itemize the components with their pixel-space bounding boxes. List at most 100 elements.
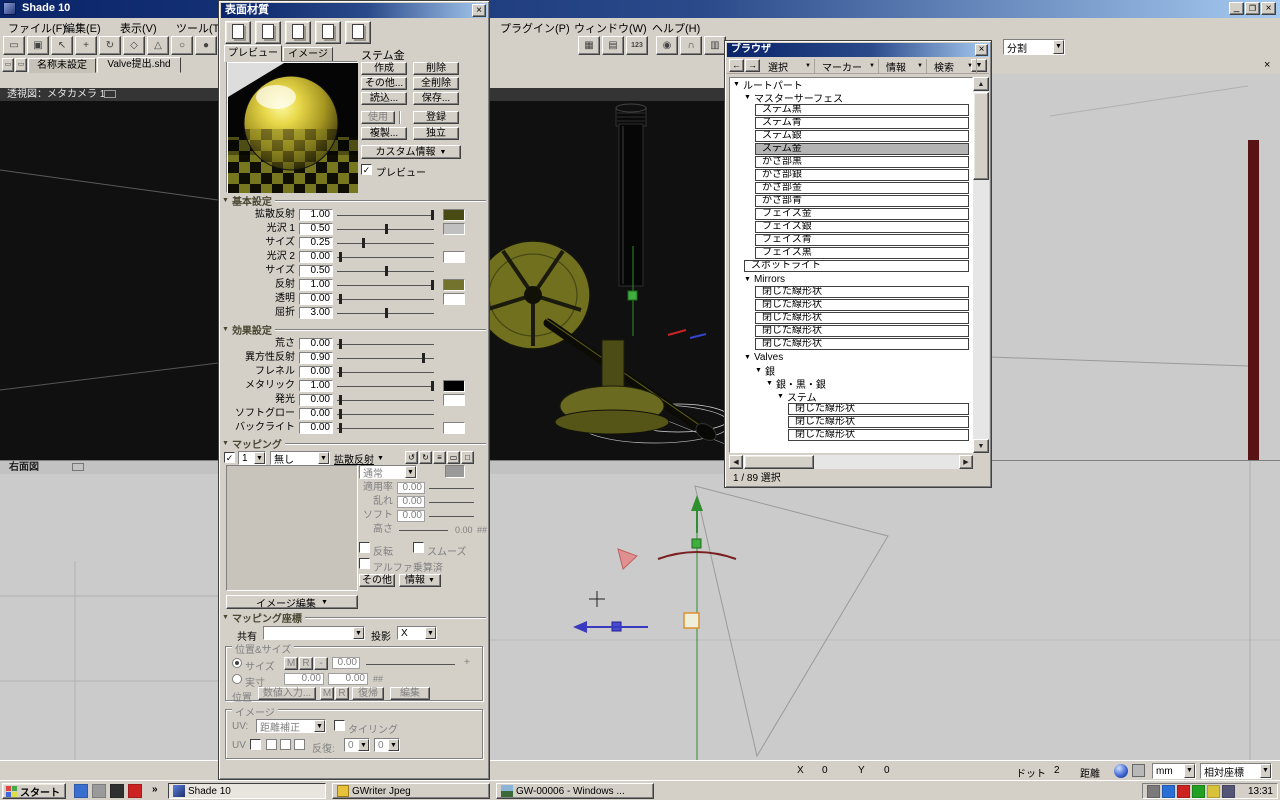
- quicklaunch-icon-2[interactable]: [110, 784, 124, 798]
- tool-button-4[interactable]: ↻: [99, 36, 121, 55]
- slider-thumb[interactable]: [339, 252, 342, 262]
- expand-arrow-icon[interactable]: ▼: [733, 81, 740, 88]
- browser-menu-3[interactable]: 検索▼: [931, 59, 977, 73]
- basic-value-6[interactable]: 0.00: [299, 293, 333, 305]
- map-slider-2[interactable]: [429, 510, 477, 522]
- material-preview[interactable]: [226, 61, 358, 193]
- quicklaunch-icon-0[interactable]: [74, 784, 88, 798]
- uv-mode-combo[interactable]: 距離補正▼: [256, 719, 326, 733]
- browser-menu-1[interactable]: マーカー▼: [819, 59, 879, 73]
- restore-button[interactable]: 復帰: [352, 687, 384, 700]
- save-button[interactable]: 保存...: [413, 92, 459, 105]
- uv-option-icon-3[interactable]: [294, 739, 305, 750]
- slider-thumb[interactable]: [339, 339, 342, 349]
- map-value-2[interactable]: 0.00: [397, 510, 425, 522]
- pos-m-button[interactable]: M: [320, 687, 334, 700]
- tree-item-4[interactable]: ステム銀: [755, 130, 969, 142]
- tree-item-16[interactable]: 閉じた線形状: [755, 286, 969, 298]
- effect-swatch-6[interactable]: [443, 422, 465, 434]
- tray-icon-1[interactable]: [1162, 785, 1175, 798]
- tree-group-1[interactable]: ▼マスターサーフェス: [744, 91, 843, 103]
- slider-thumb[interactable]: [339, 395, 342, 405]
- load-button[interactable]: 読込...: [361, 92, 407, 105]
- tree-item-19[interactable]: 閉じた線形状: [755, 325, 969, 337]
- size-m-button[interactable]: M: [284, 657, 298, 670]
- effect-slider-0[interactable]: [337, 338, 437, 350]
- tree-group-23[interactable]: ▼銀・黒・銀: [766, 377, 826, 389]
- grid-status-icon[interactable]: [1132, 764, 1145, 777]
- basic-value-3[interactable]: 0.00: [299, 251, 333, 263]
- slider-thumb[interactable]: [422, 353, 425, 363]
- map-value-1[interactable]: 0.00: [397, 496, 425, 508]
- section-arrow-icon[interactable]: ▼: [222, 197, 229, 204]
- section-arrow-icon[interactable]: ▼: [222, 440, 229, 447]
- uv-option-icon-2[interactable]: [280, 739, 291, 750]
- expand-arrow-icon[interactable]: ▼: [744, 276, 751, 283]
- basic-slider-3[interactable]: [337, 251, 437, 263]
- material-tool-icon-2[interactable]: [285, 21, 311, 44]
- tab-mini-button-1[interactable]: ▭: [15, 58, 27, 72]
- effect-value-1[interactable]: 0.90: [299, 352, 333, 364]
- tree-item-27[interactable]: 閉じた線形状: [788, 429, 969, 441]
- material-tool-icon-1[interactable]: [255, 21, 281, 44]
- tool-button-7[interactable]: ○: [171, 36, 193, 55]
- chevron-down-icon[interactable]: ▼: [1260, 764, 1271, 778]
- tree-item-7[interactable]: かさ部銀: [755, 169, 969, 181]
- tool-button-8[interactable]: ●: [195, 36, 217, 55]
- tree-item-5[interactable]: ステム金: [755, 143, 969, 155]
- scroll-down-icon[interactable]: ▼: [973, 439, 989, 453]
- register-button[interactable]: 登録: [413, 111, 459, 124]
- share-combo[interactable]: ▼: [263, 626, 365, 640]
- basic-swatch-6[interactable]: [443, 293, 465, 305]
- tool-button-5[interactable]: ◇: [123, 36, 145, 55]
- coordinate-mode-combo[interactable]: 相対座標 ▼: [1200, 763, 1272, 779]
- tray-icon-0[interactable]: [1147, 785, 1160, 798]
- task-button-2[interactable]: GW-00006 - Windows ...: [496, 783, 654, 799]
- chevron-down-icon[interactable]: ▼: [358, 739, 369, 751]
- scroll-left-icon[interactable]: ◀: [729, 455, 743, 469]
- tree-item-26[interactable]: 閉じた線形状: [788, 416, 969, 428]
- effect-swatch-4[interactable]: [443, 394, 465, 406]
- tabrow-close-icon[interactable]: ×: [1264, 59, 1270, 71]
- slider-thumb[interactable]: [385, 266, 388, 276]
- tab-preview[interactable]: プレビュー: [224, 45, 282, 62]
- maximize-button[interactable]: ❐: [1245, 2, 1260, 15]
- slider-thumb[interactable]: [339, 423, 342, 433]
- close-button[interactable]: ×: [1261, 2, 1276, 15]
- basic-slider-2[interactable]: [337, 237, 437, 249]
- effect-value-3[interactable]: 1.00: [299, 380, 333, 392]
- mapping-thumbnail[interactable]: [226, 465, 358, 591]
- mapping-other-button[interactable]: その他: [359, 574, 395, 587]
- tree-item-6[interactable]: かさ部黒: [755, 156, 969, 168]
- scrollbar-thumb[interactable]: [744, 455, 814, 469]
- toolbar-overflow-chevron[interactable]: »: [152, 784, 158, 795]
- browser-menu-2[interactable]: 情報▼: [883, 59, 927, 73]
- menu-item-3[interactable]: ツール(T): [176, 20, 223, 36]
- start-button[interactable]: スタート: [2, 783, 66, 799]
- create-button[interactable]: 作成: [361, 62, 407, 75]
- menu-item-5[interactable]: ウィンドウ(W): [574, 20, 647, 36]
- section-arrow-icon[interactable]: ▼: [222, 326, 229, 333]
- basic-swatch-5[interactable]: [443, 279, 465, 291]
- tab-mini-button-0[interactable]: ▭: [2, 58, 14, 72]
- effect-slider-5[interactable]: [337, 408, 437, 420]
- basic-value-7[interactable]: 3.00: [299, 307, 333, 319]
- slider-thumb[interactable]: [339, 294, 342, 304]
- custom-info-button[interactable]: カスタム情報▼: [361, 145, 461, 159]
- basic-value-0[interactable]: 1.00: [299, 209, 333, 221]
- material-dialog-titlebar[interactable]: 表面材質 ×: [221, 3, 487, 18]
- mapping-layer-checkbox[interactable]: [224, 452, 235, 463]
- pos-r-button[interactable]: R: [335, 687, 349, 700]
- map-check-2[interactable]: [359, 558, 370, 569]
- projection-combo[interactable]: X▼: [397, 626, 437, 640]
- expand-arrow-icon[interactable]: ▼: [744, 94, 751, 101]
- chevron-down-icon[interactable]: ▼: [318, 452, 329, 464]
- slider-thumb[interactable]: [385, 224, 388, 234]
- tool-button-right-1[interactable]: ▤: [602, 36, 624, 55]
- blend-mode-combo[interactable]: 通常▼: [359, 465, 417, 479]
- tree-item-11[interactable]: フェイス銀: [755, 221, 969, 233]
- tray-icon-5[interactable]: [1222, 785, 1235, 798]
- menu-item-6[interactable]: ヘルプ(H): [652, 20, 700, 36]
- tool-button-3[interactable]: +: [75, 36, 97, 55]
- effect-slider-2[interactable]: [337, 366, 437, 378]
